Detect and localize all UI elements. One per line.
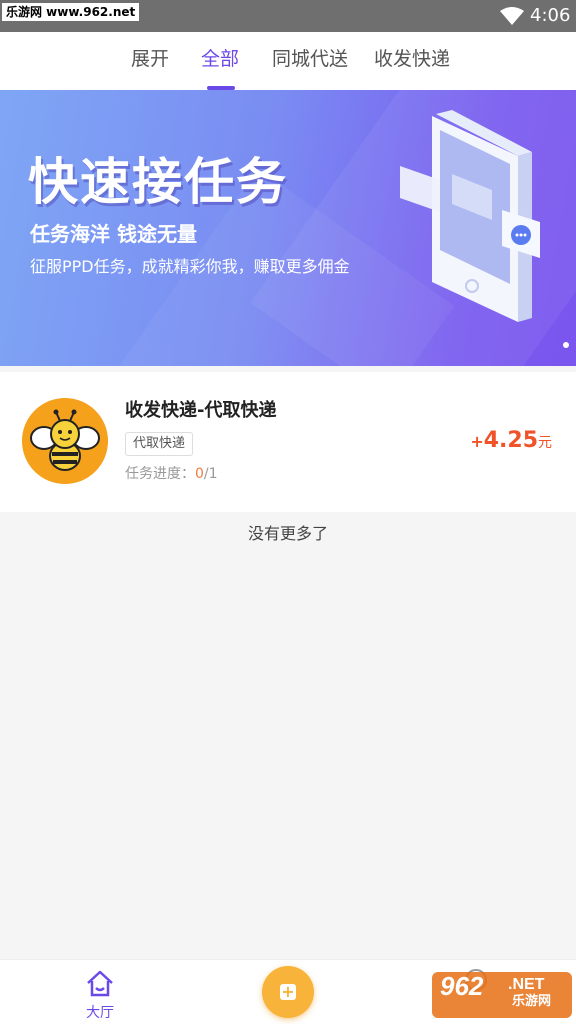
- task-reward: +4.25元: [470, 426, 552, 458]
- task-tag: 代取快递: [125, 432, 194, 456]
- banner-page-indicator: [563, 342, 569, 348]
- list-end-text: 没有更多了: [247, 524, 328, 543]
- task-progress-label: 任务进度：: [125, 466, 195, 482]
- task-progress-total: /1: [203, 466, 218, 482]
- tab-local-delivery[interactable]: 同城代送: [272, 46, 348, 72]
- wifi-icon: [500, 7, 524, 25]
- status-watermark: 乐游网 www.962.net: [2, 3, 140, 21]
- promo-banner[interactable]: 快速接任务 任务海洋 钱途无量 征服PPD任务，成就精彩你我，赚取更多佣金: [0, 90, 576, 366]
- tab-expand[interactable]: 展开: [131, 46, 169, 72]
- watermark-brand: 962: [440, 971, 484, 1001]
- watermark-domain: .NET: [508, 976, 545, 993]
- nav-hall-label: 大厅: [86, 1005, 114, 1021]
- task-progress-current: 0: [195, 466, 204, 482]
- reward-amount: 4.25: [483, 428, 538, 453]
- task-card[interactable]: 收发快递-代取快递 代取快递 任务进度：0/1 +4.25元: [0, 372, 576, 512]
- bee-icon: [22, 398, 108, 484]
- tab-all[interactable]: 全部: [201, 46, 239, 72]
- reward-sign: +: [470, 432, 484, 451]
- phone-illustration: [400, 110, 540, 322]
- banner-description: 征服PPD任务，成就精彩你我，赚取更多佣金: [30, 257, 350, 276]
- watermark-cn: 乐游网: [512, 994, 552, 1009]
- home-icon: [87, 970, 113, 997]
- add-task-button[interactable]: +: [262, 966, 314, 1018]
- task-progress: 任务进度：0/1: [125, 464, 218, 484]
- banner-subtitle: 任务海洋 钱途无量: [30, 222, 197, 246]
- tab-express[interactable]: 收发快递: [374, 46, 450, 72]
- reward-unit: 元: [538, 435, 552, 451]
- add-task-icon: +: [280, 982, 296, 1001]
- banner-title: 快速接任务: [28, 153, 288, 211]
- tab-bar: 展开 全部 同城代送 收发快递: [0, 32, 576, 90]
- nav-hall[interactable]: 大厅: [70, 966, 130, 1021]
- status-bar: 乐游网 www.962.net 4:06: [0, 0, 576, 32]
- task-title: 收发快递-代取快递: [125, 400, 277, 421]
- site-watermark: 962 .NET 乐游网: [432, 966, 576, 1024]
- status-time: 4:06: [530, 5, 571, 26]
